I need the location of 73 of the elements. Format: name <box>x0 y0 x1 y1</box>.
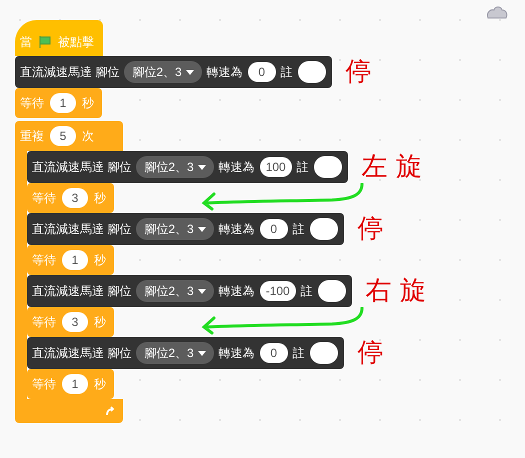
number-input[interactable]: 1 <box>62 250 88 270</box>
pin-dropdown[interactable]: 腳位2、3 <box>136 342 214 364</box>
block-label: 秒 <box>94 376 106 393</box>
motor-block[interactable]: 直流減速馬達 腳位 腳位2、3 轉速為 0 註 <box>15 56 332 88</box>
motor-block[interactable]: 直流減速馬達 腳位 腳位2、3 轉速為 -100 註 <box>27 275 352 307</box>
block-label: 重複 <box>20 128 44 145</box>
block-label: 轉速為 <box>218 159 255 176</box>
block-label: 等待 <box>32 376 56 393</box>
block-label: 註 <box>296 159 309 176</box>
motor-block[interactable]: 直流減速馬達 腳位 腳位2、3 轉速為 0 註 <box>27 337 344 369</box>
number-input[interactable]: 5 <box>50 126 76 146</box>
speed-input[interactable]: -100 <box>260 281 296 301</box>
handwritten-note: 右 旋 <box>366 274 426 308</box>
handwritten-note: 停 <box>358 212 384 246</box>
motor-block[interactable]: 直流減速馬達 腳位 腳位2、3 轉速為 100 註 <box>27 151 348 183</box>
block-label: 註 <box>292 221 305 238</box>
speed-input[interactable]: 0 <box>260 219 288 239</box>
pin-dropdown[interactable]: 腳位2、3 <box>136 156 214 178</box>
number-input[interactable]: 3 <box>62 188 88 208</box>
handwritten-note: 停 <box>346 56 372 88</box>
speed-input[interactable]: 100 <box>260 157 292 177</box>
number-input[interactable]: 3 <box>62 312 88 332</box>
block-label: 等待 <box>20 95 44 112</box>
speed-input[interactable]: 0 <box>260 343 288 363</box>
block-label: 等待 <box>32 252 56 269</box>
block-label: 被點擊 <box>58 34 94 51</box>
caret-icon <box>198 350 206 356</box>
block-label: 註 <box>292 345 305 362</box>
number-input[interactable]: 1 <box>62 374 88 394</box>
block-label: 直流減速馬達 腳位 <box>32 221 132 238</box>
repeat-block-header[interactable]: 重複 5 次 <box>15 121 123 151</box>
pin-dropdown[interactable]: 腳位2、3 <box>136 218 214 240</box>
wait-block[interactable]: 等待 3 秒 <box>27 307 114 337</box>
block-label: 秒 <box>94 314 106 331</box>
block-label: 等待 <box>32 314 56 331</box>
pin-dropdown[interactable]: 腳位2、3 <box>136 280 214 302</box>
wait-block[interactable]: 等待 3 秒 <box>27 183 114 213</box>
pin-dropdown[interactable]: 腳位2、3 <box>124 61 202 83</box>
block-label: 直流減速馬達 腳位 <box>20 64 120 81</box>
block-label: 秒 <box>94 252 106 269</box>
block-label: 直流減速馬達 腳位 <box>32 283 132 300</box>
handwritten-note: 停 <box>358 336 384 370</box>
motor-block[interactable]: 直流減速馬達 腳位 腳位2、3 轉速為 0 註 <box>27 213 344 245</box>
block-label: 當 <box>20 34 32 51</box>
block-label: 轉速為 <box>218 221 255 238</box>
block-label: 註 <box>280 64 293 81</box>
caret-icon <box>186 70 194 74</box>
note-input[interactable] <box>298 61 326 83</box>
block-label: 轉速為 <box>206 64 243 81</box>
block-label: 轉速為 <box>218 345 255 362</box>
flag-icon <box>38 35 52 49</box>
block-label: 秒 <box>94 190 106 207</box>
caret-icon <box>198 226 206 232</box>
block-label: 等待 <box>32 190 56 207</box>
caret-icon <box>198 288 206 294</box>
note-input[interactable] <box>314 156 342 178</box>
block-label: 註 <box>300 283 313 300</box>
wait-block[interactable]: 等待 1 秒 <box>27 245 114 275</box>
note-input[interactable] <box>310 342 338 364</box>
handwritten-note: 左 旋 <box>362 150 422 184</box>
loop-arrow-icon <box>105 406 115 416</box>
speed-input[interactable]: 0 <box>248 62 276 82</box>
wait-block[interactable]: 等待 1 秒 <box>15 88 102 118</box>
block-label: 直流減速馬達 腳位 <box>32 345 132 362</box>
number-input[interactable]: 1 <box>50 93 76 113</box>
block-label: 轉速為 <box>218 283 255 300</box>
caret-icon <box>198 164 206 170</box>
block-label: 直流減速馬達 腳位 <box>32 159 132 176</box>
wait-block[interactable]: 等待 1 秒 <box>27 369 114 399</box>
note-input[interactable] <box>318 280 346 302</box>
block-label: 秒 <box>82 95 94 112</box>
block-label: 次 <box>82 128 94 145</box>
note-input[interactable] <box>310 218 338 240</box>
